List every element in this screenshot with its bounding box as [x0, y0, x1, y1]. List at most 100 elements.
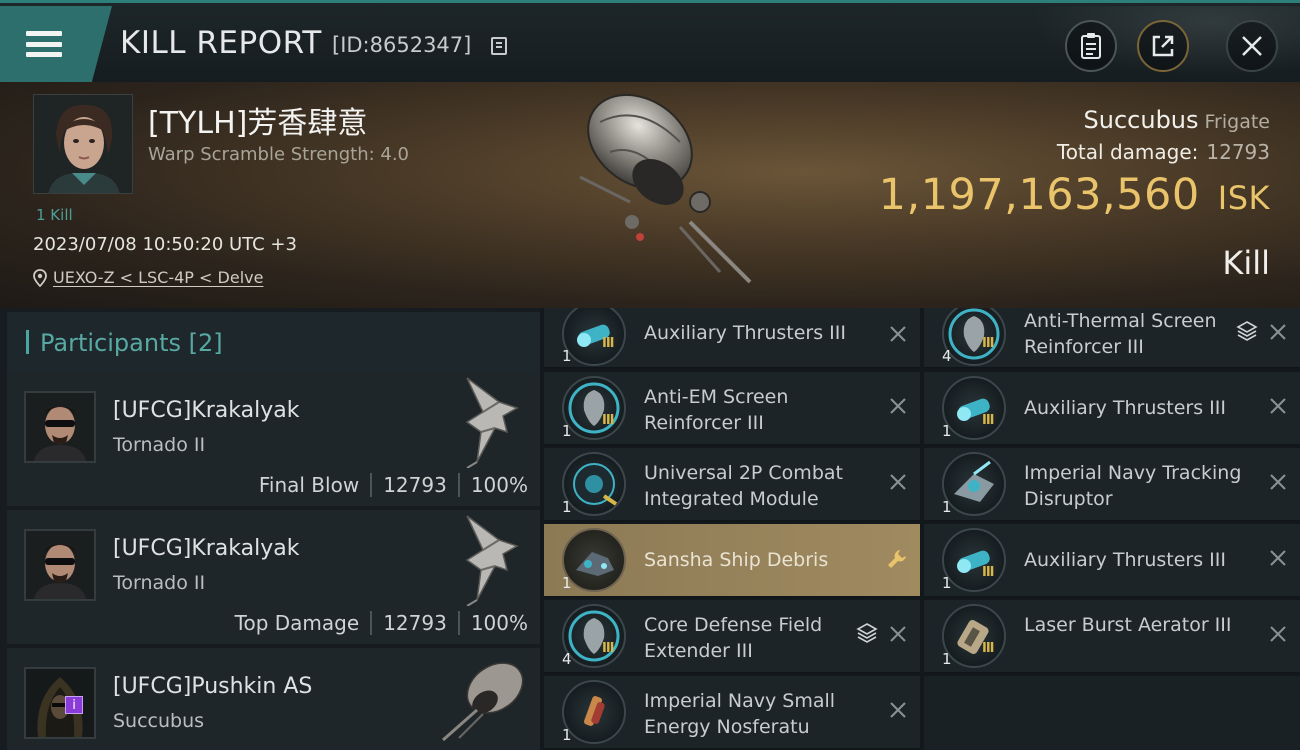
- module-quantity: 1: [942, 498, 952, 516]
- module-name: Auxiliary Thrusters III: [644, 322, 846, 344]
- module-item[interactable]: 1 Imperial Navy Tracking Disruptor: [924, 448, 1300, 521]
- participants-title: Participants [2]: [40, 329, 223, 357]
- aerator-icon: [942, 604, 1006, 668]
- module-name: Laser Burst Aerator III: [1024, 614, 1232, 636]
- remove-icon[interactable]: [1268, 472, 1288, 492]
- module-item[interactable]: 1 Universal 2P Combat Integrated Module: [544, 448, 920, 521]
- participant-row[interactable]: [UFCG]Krakalyak Tornado II Final Blow 12…: [7, 372, 540, 506]
- victim-panel: [TYLH]芳香肆意 Warp Scramble Strength: 4.0 1…: [0, 82, 1300, 308]
- report-id: [ID:8652347]: [332, 33, 472, 57]
- succubus-ship-icon: [442, 662, 524, 742]
- isk-unit: ISK: [1217, 179, 1270, 217]
- divider: [370, 473, 373, 497]
- module-item[interactable]: 4 III Core Defense Field Extender III: [544, 600, 920, 673]
- participant-row[interactable]: i [UFCG]Pushkin AS Succubus: [7, 648, 540, 750]
- participants-panel: Participants [2] [UFCG]Krakalyak Tornado…: [0, 308, 540, 750]
- thruster-icon: [942, 528, 1006, 592]
- isk-amount: 1,197,163,560: [878, 170, 1200, 220]
- participant-ship: Tornado II: [113, 572, 206, 594]
- top-bar: KILL REPORT [ID:8652347]: [0, 0, 1300, 85]
- share-button[interactable]: [1137, 20, 1189, 72]
- module-name: Auxiliary Thrusters III: [1024, 549, 1226, 571]
- module-tier: III: [982, 565, 994, 580]
- wrench-icon[interactable]: [886, 548, 908, 570]
- module-item[interactable]: 1 III Auxiliary Thrusters III: [924, 372, 1300, 445]
- module-quantity: 1: [562, 422, 572, 440]
- participants-header: Participants [2]: [7, 312, 540, 372]
- remove-icon[interactable]: [888, 324, 908, 344]
- participant-percent: 100%: [470, 611, 528, 635]
- remove-icon[interactable]: [1268, 624, 1288, 644]
- participant-avatar[interactable]: [24, 529, 96, 601]
- character-portrait-icon: [26, 669, 94, 737]
- clipboard-button[interactable]: [1065, 20, 1117, 72]
- divider: [457, 611, 460, 635]
- close-icon: [1242, 36, 1262, 56]
- tracking-disruptor-icon: [942, 452, 1006, 516]
- remove-icon[interactable]: [1268, 548, 1288, 568]
- participant-row[interactable]: [UFCG]Krakalyak Tornado II Top Damage 12…: [7, 510, 540, 644]
- location-pin-icon: [33, 268, 47, 287]
- participant-avatar[interactable]: [24, 667, 96, 739]
- module-quantity: 4: [562, 650, 572, 668]
- remove-icon[interactable]: [1268, 322, 1288, 342]
- stack-layers-icon[interactable]: [1236, 320, 1258, 342]
- module-name: Imperial Navy Tracking Disruptor: [1024, 462, 1242, 510]
- module-tier: III: [982, 413, 994, 428]
- tornado-ship-icon: [465, 515, 519, 606]
- hamburger-icon: [26, 31, 62, 57]
- module-item[interactable]: 1 Imperial Navy Small Energy Nosferatu: [544, 676, 920, 749]
- module-item[interactable]: 1 III Laser Burst Aerator III: [924, 600, 1300, 673]
- kill-location[interactable]: UEXO-Z < LSC-4P < Delve: [33, 268, 263, 287]
- combat-module-icon: [562, 452, 626, 516]
- module-item[interactable]: 1 III Auxiliary Thrusters III: [544, 308, 920, 368]
- module-quantity: 1: [562, 574, 572, 592]
- module-tier: III: [982, 336, 994, 351]
- participant-damage: 12793: [383, 473, 447, 497]
- header-accent: [26, 330, 29, 354]
- module-tier: III: [982, 641, 994, 656]
- module-quantity: 1: [562, 347, 572, 365]
- debris-icon: [562, 528, 626, 592]
- participant-stats: Final Blow 12793 100%: [259, 473, 528, 497]
- module-item[interactable]: 1 III Auxiliary Thrusters III: [924, 524, 1300, 597]
- remove-icon[interactable]: [888, 472, 908, 492]
- remove-icon[interactable]: [888, 396, 908, 416]
- ship-name[interactable]: Succubus: [1084, 106, 1199, 134]
- participant-percent: 100%: [470, 473, 528, 497]
- warp-scramble-strength: Warp Scramble Strength: 4.0: [148, 144, 410, 165]
- module-tier: III: [602, 336, 614, 351]
- info-badge: i: [65, 696, 83, 714]
- empty-slot: [924, 676, 1300, 750]
- total-damage-value: 12793: [1206, 140, 1270, 164]
- divider: [457, 473, 460, 497]
- thruster-icon: [562, 308, 626, 366]
- participant-name[interactable]: [UFCG]Krakalyak: [113, 536, 299, 561]
- remove-icon[interactable]: [888, 624, 908, 644]
- divider: [370, 611, 373, 635]
- victim-name[interactable]: [TYLH]芳香肆意: [148, 98, 367, 142]
- victim-portrait[interactable]: [33, 94, 133, 194]
- remove-icon[interactable]: [1268, 396, 1288, 416]
- menu-button[interactable]: [0, 6, 112, 82]
- module-name: Core Defense Field Extender III: [644, 614, 823, 662]
- module-item[interactable]: 1 III Anti-EM Screen Reinforcer III: [544, 372, 920, 445]
- participant-avatar[interactable]: [24, 391, 96, 463]
- location-link[interactable]: UEXO-Z < LSC-4P < Delve: [53, 268, 263, 287]
- character-portrait-icon: [26, 393, 94, 461]
- participant-name[interactable]: [UFCG]Pushkin AS: [113, 674, 312, 699]
- kill-datetime: 2023/07/08 10:50:20 UTC +3: [33, 234, 297, 255]
- participant-role: Top Damage: [234, 611, 360, 635]
- module-quantity: 1: [942, 650, 952, 668]
- page-title: KILL REPORT: [120, 25, 322, 61]
- module-item-highlighted[interactable]: 1 Sansha Ship Debris: [544, 524, 920, 597]
- stack-layers-icon[interactable]: [856, 622, 878, 644]
- module-item[interactable]: 4 III Anti-Thermal Screen Reinforcer III: [924, 308, 1300, 368]
- close-button[interactable]: [1226, 20, 1278, 72]
- module-quantity: 1: [942, 422, 952, 440]
- remove-icon[interactable]: [888, 700, 908, 720]
- character-portrait-icon: [34, 95, 132, 193]
- tornado-ship-icon: [465, 377, 519, 468]
- participant-name[interactable]: [UFCG]Krakalyak: [113, 398, 299, 423]
- copy-icon[interactable]: [491, 37, 507, 55]
